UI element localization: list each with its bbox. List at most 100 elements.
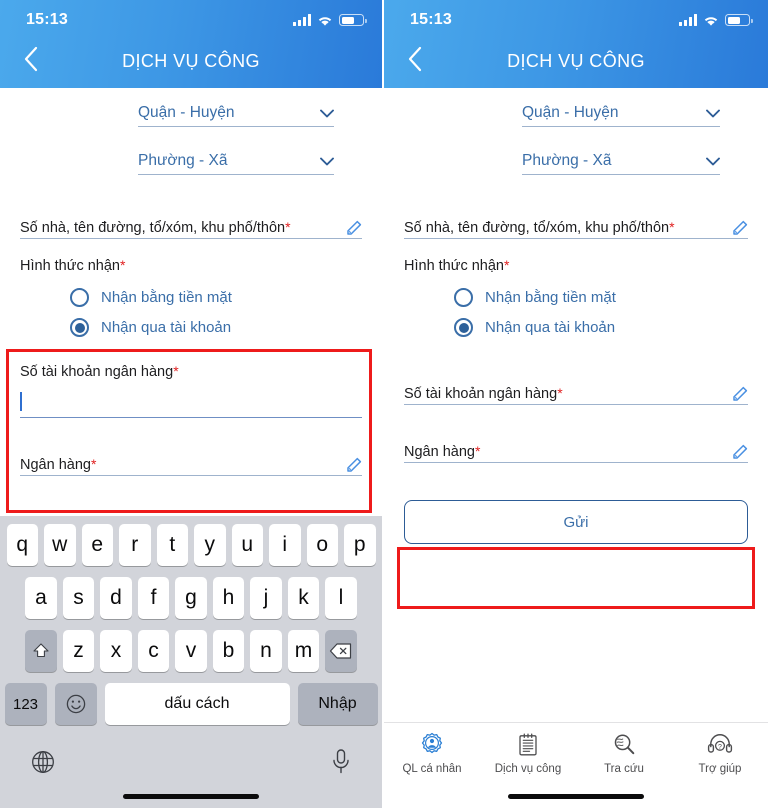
- submit-button[interactable]: Gửi: [404, 500, 748, 544]
- address-field[interactable]: Số nhà, tên đường, tổ/xóm, khu phố/thôn*: [404, 219, 748, 239]
- bank-details-highlight-box: [6, 349, 372, 513]
- radio-circle-icon: [454, 288, 473, 307]
- nav-bar-right: DỊCH VỤ CÔNG: [384, 34, 768, 88]
- key-k[interactable]: k: [287, 577, 320, 619]
- status-clock: 15:13: [410, 11, 452, 28]
- bank-account-field-label: Số tài khoản ngân hàng*: [404, 385, 563, 402]
- ward-select-label: Phường - Xã: [138, 152, 228, 169]
- tab-tro-giup-label: Trợ giúp: [698, 763, 742, 775]
- back-button[interactable]: [398, 42, 432, 76]
- key-x[interactable]: x: [100, 630, 132, 672]
- bottom-tab-bar: QL cá nhân Dịch vụ công Tra cứu ? Trợ gi…: [384, 722, 768, 808]
- key-m[interactable]: m: [287, 630, 320, 672]
- page-title: DỊCH VỤ CÔNG: [122, 50, 260, 71]
- battery-icon: [339, 14, 367, 26]
- shift-key[interactable]: [25, 630, 57, 672]
- app-header-left: 15:13 DỊCH VỤ CÔNG: [0, 0, 382, 88]
- radio-option-cash[interactable]: Nhận bằng tiền mặt: [70, 288, 362, 307]
- key-i[interactable]: i: [269, 524, 301, 566]
- key-s[interactable]: s: [62, 577, 95, 619]
- district-select[interactable]: Quận - Huyện: [138, 104, 334, 127]
- key-g[interactable]: g: [175, 577, 207, 619]
- key-a[interactable]: a: [25, 577, 57, 619]
- enter-key[interactable]: Nhập: [297, 683, 378, 725]
- ward-select[interactable]: Phường - Xã: [522, 152, 720, 175]
- home-indicator: [508, 794, 644, 799]
- district-select[interactable]: Quận - Huyện: [522, 104, 720, 127]
- page-title: DỊCH VỤ CÔNG: [507, 50, 645, 71]
- keyboard-row-3: z x c v b n m: [0, 630, 382, 672]
- keyboard-row-1: q w e r t y u i o p: [0, 524, 382, 566]
- shift-up-arrow-icon: [33, 643, 49, 658]
- radio-option-cash-label: Nhận bằng tiền mặt: [101, 289, 232, 306]
- pencil-icon[interactable]: [732, 220, 748, 236]
- address-field-label: Số nhà, tên đường, tổ/xóm, khu phố/thôn*: [404, 219, 675, 236]
- key-r[interactable]: r: [119, 524, 151, 566]
- chevron-down-icon: [320, 157, 334, 165]
- key-f[interactable]: f: [137, 577, 170, 619]
- bank-field-label: Ngân hàng*: [404, 443, 481, 460]
- key-c[interactable]: c: [137, 630, 170, 672]
- chevron-left-icon: [24, 46, 37, 72]
- back-button[interactable]: [14, 42, 48, 76]
- radio-option-cash[interactable]: Nhận bằng tiền mặt: [454, 288, 748, 307]
- wifi-icon: [317, 14, 333, 26]
- battery-icon: [725, 14, 753, 26]
- dictation-key[interactable]: [330, 748, 352, 781]
- tab-dich-vu-cong[interactable]: Dịch vụ công: [480, 732, 576, 775]
- ward-select-label: Phường - Xã: [522, 152, 612, 169]
- ward-select[interactable]: Phường - Xã: [138, 152, 334, 175]
- tab-tro-giup[interactable]: ? Trợ giúp: [672, 732, 768, 775]
- pencil-icon[interactable]: [732, 444, 748, 460]
- status-clock: 15:13: [26, 11, 68, 28]
- status-bar-right: 15:13: [384, 0, 768, 34]
- key-l[interactable]: l: [325, 577, 357, 619]
- receive-method-options: Nhận bằng tiền mặt Nhận qua tài khoản: [454, 288, 748, 337]
- radio-circle-selected-icon: [70, 318, 89, 337]
- space-key[interactable]: dấu cách: [104, 683, 290, 725]
- backspace-key[interactable]: [325, 630, 357, 672]
- key-p[interactable]: p: [344, 524, 376, 566]
- keyboard-row-4: 123 dấu cách Nhập: [0, 683, 382, 725]
- cellular-bars-icon: [679, 14, 697, 26]
- key-y[interactable]: y: [194, 524, 226, 566]
- key-b[interactable]: b: [212, 630, 245, 672]
- tab-tra-cuu[interactable]: Tra cứu: [576, 732, 672, 775]
- key-j[interactable]: j: [250, 577, 282, 619]
- pencil-icon[interactable]: [346, 220, 362, 236]
- chevron-down-icon: [320, 109, 334, 117]
- home-indicator: [123, 794, 259, 799]
- key-q[interactable]: q: [6, 524, 38, 566]
- radio-option-account[interactable]: Nhận qua tài khoản: [70, 318, 362, 337]
- district-select-label: Quận - Huyện: [522, 104, 619, 121]
- key-h[interactable]: h: [212, 577, 245, 619]
- key-z[interactable]: z: [62, 630, 95, 672]
- tab-ql-ca-nhan-label: QL cá nhân: [402, 763, 462, 775]
- receive-method-options: Nhận bằng tiền mặt Nhận qua tài khoản: [70, 288, 362, 337]
- bank-field-right[interactable]: Ngân hàng*: [404, 443, 748, 463]
- key-w[interactable]: w: [44, 524, 76, 566]
- key-t[interactable]: t: [156, 524, 188, 566]
- tab-ql-ca-nhan[interactable]: QL cá nhân: [384, 732, 480, 775]
- globe-key[interactable]: [30, 749, 56, 780]
- key-e[interactable]: e: [81, 524, 113, 566]
- pencil-icon[interactable]: [732, 386, 748, 402]
- key-o[interactable]: o: [306, 524, 338, 566]
- bank-account-field-right[interactable]: Số tài khoản ngân hàng*: [404, 385, 748, 405]
- key-u[interactable]: u: [231, 524, 263, 566]
- backspace-delete-icon: [329, 643, 352, 659]
- radio-circle-selected-icon: [454, 318, 473, 337]
- magnifier-search-icon: [614, 734, 635, 755]
- emoji-key[interactable]: [54, 683, 97, 725]
- radio-option-account[interactable]: Nhận qua tài khoản: [454, 318, 748, 337]
- form-body-right: Quận - Huyện Phường - Xã Số nhà, tên đườ…: [384, 104, 768, 544]
- numbers-key[interactable]: 123: [4, 683, 47, 725]
- address-field[interactable]: Số nhà, tên đường, tổ/xóm, khu phố/thôn*: [20, 219, 362, 239]
- status-icon-group: [679, 14, 753, 26]
- document-list-icon: [519, 733, 537, 756]
- key-d[interactable]: d: [100, 577, 132, 619]
- chevron-left-icon: [408, 46, 421, 72]
- key-n[interactable]: n: [250, 630, 282, 672]
- receive-method-label: Hình thức nhận*: [404, 257, 510, 274]
- key-v[interactable]: v: [175, 630, 207, 672]
